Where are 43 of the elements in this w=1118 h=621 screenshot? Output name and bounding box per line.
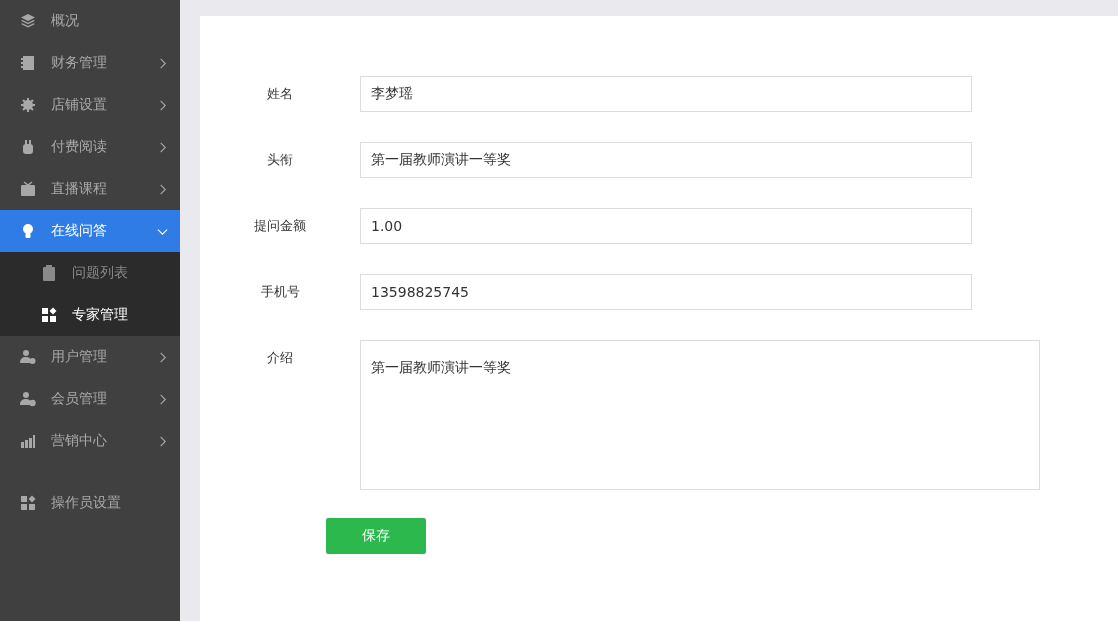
gear-icon xyxy=(20,97,36,113)
menu-label: 操作员设置 xyxy=(51,494,122,512)
clipboard-icon xyxy=(41,265,57,281)
sidebar-item[interactable]: 营销中心 xyxy=(0,420,180,462)
sidebar-item[interactable]: 在线问答 xyxy=(0,210,180,252)
menu-label: 会员管理 xyxy=(51,390,108,408)
sidebar-item[interactable]: 会员管理 xyxy=(0,378,180,420)
menu-label: 直播课程 xyxy=(51,180,108,198)
sidebar-item[interactable]: 操作员设置 xyxy=(0,482,180,524)
input-field[interactable]: 1.00 xyxy=(360,208,972,244)
field-label: 姓名 xyxy=(266,85,294,103)
blocks-icon xyxy=(41,307,57,323)
sidebar-item[interactable]: 付费阅读 xyxy=(0,126,180,168)
field-label: 介绍 xyxy=(266,349,294,367)
textarea-field[interactable]: 第一届教师演讲一等奖 xyxy=(360,340,1040,490)
save-button[interactable]: 保存 xyxy=(326,518,426,554)
field-label: 头衔 xyxy=(266,151,294,169)
input-field[interactable]: 李梦瑶 xyxy=(360,76,972,112)
menu-label: 在线问答 xyxy=(51,222,108,240)
submenu-label: 专家管理 xyxy=(72,306,129,324)
chart-icon xyxy=(20,433,36,449)
field-label: 手机号 xyxy=(259,283,301,301)
blocks-icon xyxy=(20,495,36,511)
field-label: 提问金额 xyxy=(253,217,307,235)
submenu-item[interactable]: 问题列表 xyxy=(0,252,180,294)
sidebar-item[interactable]: 直播课程 xyxy=(0,168,180,210)
layers-icon xyxy=(20,13,36,29)
menu-label: 营销中心 xyxy=(51,432,108,450)
tv-icon xyxy=(20,181,36,197)
sidebar-item[interactable]: 概况 xyxy=(0,0,180,42)
menu-label: 付费阅读 xyxy=(51,138,108,156)
sidebar-item[interactable]: 店铺设置 xyxy=(0,84,180,126)
sidebar-item[interactable]: 用户管理 xyxy=(0,336,180,378)
input-field[interactable]: 13598825745 xyxy=(360,274,972,310)
submenu-label: 问题列表 xyxy=(72,264,129,282)
menu-label: 财务管理 xyxy=(51,54,108,72)
lightbulb-icon xyxy=(20,223,36,239)
input-field[interactable]: 第一届教师演讲一等奖 xyxy=(360,142,972,178)
menu-label: 店铺设置 xyxy=(51,96,108,114)
submenu-item[interactable]: 专家管理 xyxy=(0,294,180,336)
menu-label: 用户管理 xyxy=(51,348,108,366)
menu-label: 概况 xyxy=(51,12,80,30)
sidebar-item[interactable]: 财务管理 xyxy=(0,42,180,84)
